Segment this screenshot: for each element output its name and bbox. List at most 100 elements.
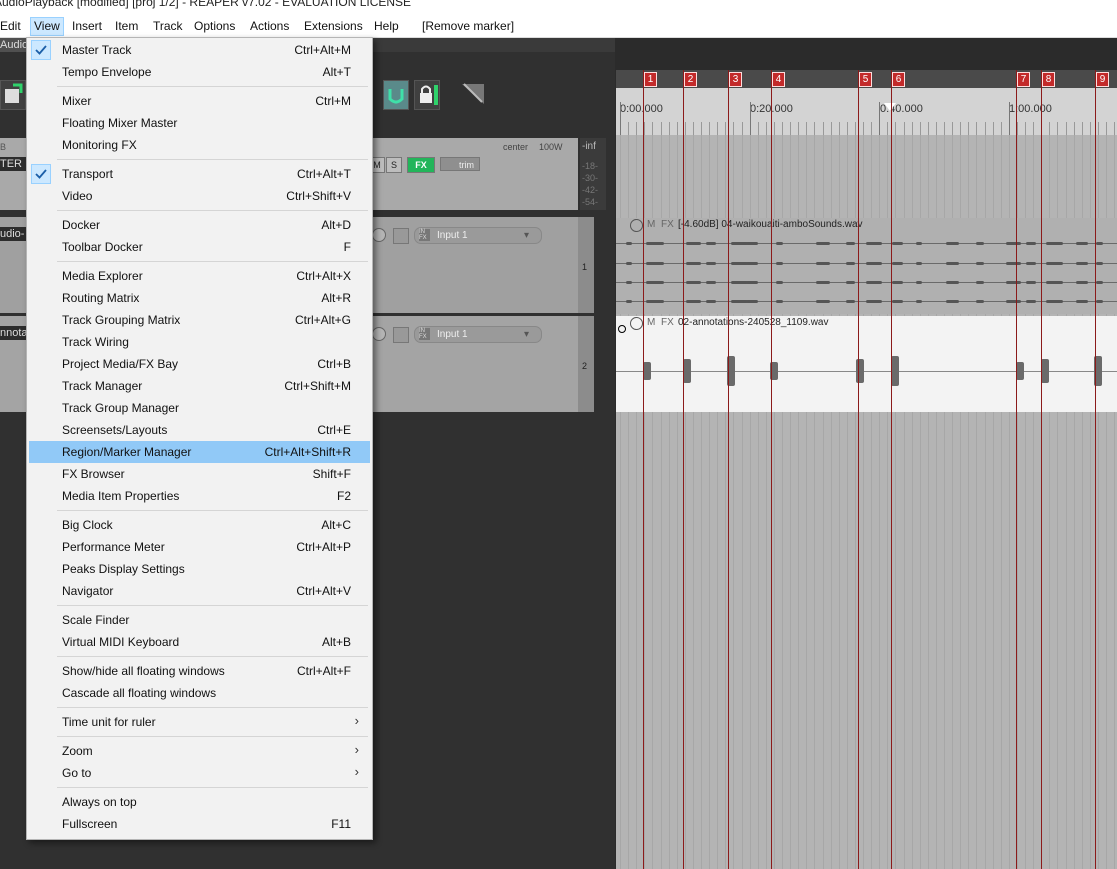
menu-separator: [57, 707, 368, 708]
menu-item-mixer[interactable]: Mixer Ctrl+M: [29, 90, 370, 112]
clock-icon[interactable]: [630, 317, 643, 330]
menu-item-zoom[interactable]: Zoom ›: [29, 740, 370, 762]
menu-item-transport[interactable]: Transport Ctrl+Alt+T: [29, 163, 370, 185]
waveform-peak: [1016, 362, 1024, 380]
menu-extensions[interactable]: Extensions: [301, 18, 366, 35]
menu-item-fx-browser[interactable]: FX Browser Shift+F: [29, 463, 370, 485]
marker-flag[interactable]: 3: [729, 72, 742, 87]
edit-cursor-icon[interactable]: [884, 103, 896, 111]
waveform-peak: [686, 280, 701, 284]
marker-flag[interactable]: 5: [859, 72, 872, 87]
menu-item-monitoring-fx[interactable]: Monitoring FX: [29, 134, 370, 156]
menu-item-video[interactable]: Video Ctrl+Shift+V: [29, 185, 370, 207]
menu-item-project-media-fx-bay[interactable]: Project Media/FX Bay Ctrl+B: [29, 353, 370, 375]
snap-icon[interactable]: [383, 80, 409, 110]
marker-flag[interactable]: 4: [772, 72, 785, 87]
menu-item[interactable]: Item: [112, 18, 141, 35]
menu-actions[interactable]: Actions: [247, 18, 292, 35]
marker-flag[interactable]: 2: [684, 72, 697, 87]
menu-item-toolbar-docker[interactable]: Toolbar Docker F: [29, 236, 370, 258]
monitor-icon[interactable]: [393, 228, 409, 244]
track-1-input-select[interactable]: IN FX Input 1 ▾: [414, 227, 542, 244]
record-monitor-icon[interactable]: [372, 228, 386, 242]
menu-item-cascade-all-floating-windows[interactable]: Cascade all floating windows: [29, 682, 370, 704]
waveform-peak: [643, 362, 651, 380]
in-fx-icon[interactable]: IN FX: [419, 328, 430, 340]
menu-remove-marker[interactable]: [Remove marker]: [419, 18, 517, 35]
menu-item-track-manager[interactable]: Track Manager Ctrl+Shift+M: [29, 375, 370, 397]
menu-item-big-clock[interactable]: Big Clock Alt+C: [29, 514, 370, 536]
menu-separator: [57, 159, 368, 160]
menu-item-label: Routing Matrix: [62, 291, 140, 305]
fade-handle-icon[interactable]: [618, 325, 626, 333]
menu-track[interactable]: Track: [150, 18, 186, 35]
menu-item-virtual-midi-keyboard[interactable]: Virtual MIDI Keyboard Alt+B: [29, 631, 370, 653]
track-2-input-select[interactable]: IN FX Input 1 ▾: [414, 326, 542, 343]
menu-item-label: Scale Finder: [62, 613, 130, 627]
item-1-fx-button[interactable]: FX: [661, 219, 674, 233]
menu-item-label: Time unit for ruler: [62, 715, 156, 729]
master-solo-button[interactable]: S: [386, 157, 402, 173]
menu-item-media-item-properties[interactable]: Media Item Properties F2: [29, 485, 370, 507]
waveform-peak: [1076, 241, 1088, 245]
master-trim-label: trim: [459, 160, 474, 170]
menu-item-label: Zoom: [62, 744, 93, 758]
menu-item-track-grouping-matrix[interactable]: Track Grouping Matrix Ctrl+Alt+G: [29, 309, 370, 331]
item-2-mute-button[interactable]: M: [647, 317, 655, 331]
menu-item-time-unit-for-ruler[interactable]: Time unit for ruler ›: [29, 711, 370, 733]
lock-icon[interactable]: [414, 80, 440, 110]
ripple-edit-icon[interactable]: [460, 82, 486, 106]
menu-item-navigator[interactable]: Navigator Ctrl+Alt+V: [29, 580, 370, 602]
track-1-number-strip: 1: [578, 217, 594, 313]
marker-flag[interactable]: 6: [892, 72, 905, 87]
menu-item-show-hide-all-floating-windows[interactable]: Show/hide all floating windows Ctrl+Alt+F: [29, 660, 370, 682]
menu-item-label: Docker: [62, 218, 101, 232]
menu-item-go-to[interactable]: Go to ›: [29, 762, 370, 784]
menu-item-floating-mixer-master[interactable]: Floating Mixer Master: [29, 112, 370, 134]
waveform-peak: [706, 280, 716, 284]
marker-line: [1095, 70, 1096, 869]
item-1-mute-button[interactable]: M: [647, 219, 655, 233]
master-trim-button[interactable]: trim: [440, 157, 480, 171]
menu-options[interactable]: Options: [191, 18, 238, 35]
menu-item-peaks-display-settings[interactable]: Peaks Display Settings: [29, 558, 370, 580]
waveform-peak: [1026, 241, 1036, 245]
item-2-fx-button[interactable]: FX: [661, 317, 674, 331]
waveform-peak: [1076, 299, 1088, 303]
menu-item-media-explorer[interactable]: Media Explorer Ctrl+Alt+X: [29, 265, 370, 287]
ruler-tick: [935, 122, 937, 135]
marker-flag[interactable]: 9: [1096, 72, 1109, 87]
menu-insert[interactable]: Insert: [69, 18, 105, 35]
menu-item-tempo-envelope[interactable]: Tempo Envelope Alt+T: [29, 61, 370, 83]
menu-item-region-marker-manager[interactable]: Region/Marker Manager Ctrl+Alt+Shift+R: [29, 441, 370, 463]
waveform-peak: [816, 241, 830, 245]
menu-item-track-group-manager[interactable]: Track Group Manager: [29, 397, 370, 419]
monitor-icon[interactable]: [393, 327, 409, 343]
in-fx-icon[interactable]: IN FX: [419, 229, 430, 241]
waveform-peak: [626, 261, 632, 265]
waveform-peak: [776, 299, 783, 303]
menu-item-fullscreen[interactable]: Fullscreen F11: [29, 813, 370, 835]
waveform-peak: [746, 299, 758, 303]
marker-flag[interactable]: 7: [1017, 72, 1030, 87]
menu-item-routing-matrix[interactable]: Routing Matrix Alt+R: [29, 287, 370, 309]
menu-edit[interactable]: Edit: [0, 18, 24, 35]
toolbar-save-icon[interactable]: [0, 80, 26, 110]
menu-item-docker[interactable]: Docker Alt+D: [29, 214, 370, 236]
master-fx-button[interactable]: FX: [407, 157, 435, 173]
menu-help[interactable]: Help: [371, 18, 402, 35]
menu-item-scale-finder[interactable]: Scale Finder: [29, 609, 370, 631]
menu-item-always-on-top[interactable]: Always on top: [29, 791, 370, 813]
clock-icon[interactable]: [630, 219, 643, 232]
record-monitor-icon[interactable]: [372, 327, 386, 341]
marker-flag[interactable]: 1: [644, 72, 657, 87]
ruler-tick: [992, 122, 994, 135]
menu-item-master-track[interactable]: Master Track Ctrl+Alt+M: [29, 39, 370, 61]
ruler-tick: [757, 122, 759, 135]
menu-item-performance-meter[interactable]: Performance Meter Ctrl+Alt+P: [29, 536, 370, 558]
menu-view[interactable]: View: [30, 17, 64, 36]
waveform-peak: [976, 261, 984, 265]
menu-item-screensets-layouts[interactable]: Screensets/Layouts Ctrl+E: [29, 419, 370, 441]
menu-item-track-wiring[interactable]: Track Wiring: [29, 331, 370, 353]
marker-flag[interactable]: 8: [1042, 72, 1055, 87]
